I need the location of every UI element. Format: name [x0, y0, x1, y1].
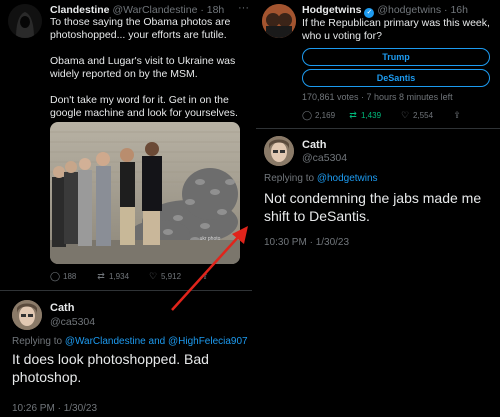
user-photo-icon [12, 300, 42, 330]
share-button[interactable]: ⇪ [452, 110, 465, 121]
retweet-count: 1,439 [361, 111, 382, 120]
share-button[interactable]: ⇪ [200, 271, 213, 282]
replying-prefix: Replying to [12, 336, 63, 347]
tweet-paragraph: Obama and Lugar's visit to Ukraine was w… [50, 55, 236, 80]
replying-to-link[interactable]: @WarClandestine and @HighFelecia907 [65, 336, 248, 347]
reply-author-handle[interactable]: @ca5304 [302, 152, 347, 164]
reply-count: 2,169 [315, 111, 336, 120]
reply-timestamp[interactable]: 10:26 PM · 1/30/23 [12, 403, 97, 414]
retweet-button[interactable]: ⇄ 1,439 [348, 110, 381, 121]
reply-button[interactable]: ◯ 188 [50, 271, 76, 282]
twins-photo-icon [262, 4, 296, 38]
reply-icon: ◯ [50, 271, 61, 281]
divider [0, 290, 252, 291]
tweet-time[interactable]: · 16h [444, 4, 468, 16]
poll-option-trump[interactable]: Trump [302, 48, 490, 66]
author-handle[interactable]: @hodgetwins [377, 4, 441, 16]
tweet-header: Clandestine @WarClandestine · 18h [50, 4, 224, 16]
retweet-icon: ⇄ [97, 271, 105, 281]
replying-to-link[interactable]: @hodgetwins [317, 173, 378, 184]
divider [256, 128, 500, 129]
author-name[interactable]: Hodgetwins [302, 4, 362, 16]
reply-icon: ◯ [302, 110, 313, 120]
author-name[interactable]: Clandestine [50, 4, 110, 16]
share-icon: ⇪ [201, 271, 209, 281]
replying-prefix: Replying to [264, 173, 315, 184]
like-icon: ♡ [400, 110, 410, 120]
share-icon: ⇪ [453, 110, 461, 120]
left-screenshot-panel: Clandestine @WarClandestine · 18h ··· To… [0, 0, 252, 417]
warehouse-photo-image: ukr photo [50, 122, 240, 264]
poll-option-desantis[interactable]: DeSantis [302, 69, 490, 87]
clandestine-avatar[interactable] [8, 4, 42, 38]
tweet-paragraph: To those saying the Obama photos are pho… [50, 16, 231, 41]
reply-text: Not condemning the jabs made me shift to… [264, 190, 482, 224]
reply-button[interactable]: ◯ 2,169 [302, 110, 335, 121]
svg-text:ukr photo: ukr photo [200, 236, 221, 242]
more-icon[interactable]: ··· [238, 2, 249, 14]
reply-timestamp[interactable]: 10:30 PM · 1/30/23 [264, 237, 349, 248]
reply-count: 188 [63, 272, 77, 281]
author-handle[interactable]: @WarClandestine [112, 4, 197, 16]
tweet-header: Hodgetwins ✓ @hodgetwins · 16h [302, 4, 468, 18]
hodgetwins-avatar[interactable] [262, 4, 296, 38]
right-screenshot-panel: Hodgetwins ✓ @hodgetwins · 16h If the Re… [256, 0, 500, 258]
tweet-text: If the Republican primary was this week,… [302, 17, 490, 42]
cath-avatar[interactable] [264, 136, 294, 166]
like-icon: ♡ [148, 271, 158, 281]
hooded-figure-icon [8, 4, 42, 38]
tweet-time[interactable]: · 18h [200, 4, 224, 16]
like-button[interactable]: ♡ 2,554 [400, 110, 433, 121]
reply-text: It does look photoshopped. Bad photoshop… [12, 351, 209, 385]
tweet-action-bar: ◯ 2,169 ⇄ 1,439 ♡ 2,554 ⇪ [302, 110, 498, 122]
tweet-text: To those saying the Obama photos are pho… [50, 16, 250, 133]
reply-author-name[interactable]: Cath [50, 302, 74, 314]
tweet-photo[interactable]: ukr photo [50, 122, 240, 264]
like-button[interactable]: ♡ 5,912 [148, 271, 181, 282]
retweet-icon: ⇄ [349, 110, 357, 120]
like-count: 5,912 [161, 272, 182, 281]
poll-meta: 170,861 votes · 7 hours 8 minutes left [302, 92, 453, 102]
tweet-action-bar: ◯ 188 ⇄ 1,934 ♡ 5,912 ⇪ [50, 271, 250, 283]
replying-to-line: Replying to @hodgetwins [264, 173, 378, 184]
like-count: 2,554 [413, 111, 434, 120]
retweet-count: 1,934 [109, 272, 130, 281]
replying-to-line: Replying to @WarClandestine and @HighFel… [12, 336, 248, 347]
tweet-paragraph: Don't take my word for it. Get in on the… [50, 94, 238, 119]
reply-author-name[interactable]: Cath [302, 139, 326, 151]
user-photo-icon [264, 136, 294, 166]
cath-avatar[interactable] [12, 300, 42, 330]
reply-author-handle[interactable]: @ca5304 [50, 316, 95, 328]
retweet-button[interactable]: ⇄ 1,934 [96, 271, 129, 282]
